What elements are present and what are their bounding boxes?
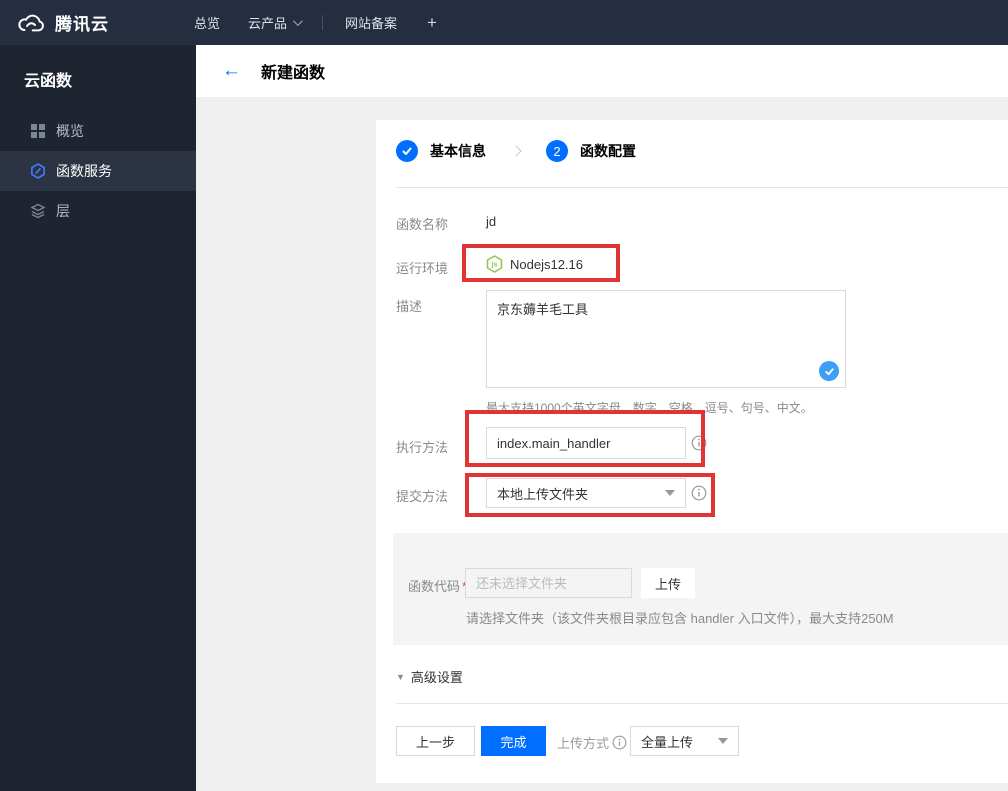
upload-button[interactable]: 上传	[641, 568, 695, 598]
triangle-down-icon: ▼	[396, 671, 405, 682]
sidebar-item-label: 概览	[56, 123, 84, 139]
handler-label: 执行方法	[396, 440, 449, 455]
step2-number: 2	[546, 140, 568, 162]
caret-down-icon	[718, 738, 728, 744]
runtime-label: 运行环境	[396, 261, 449, 276]
cloud-logo-icon	[18, 14, 44, 31]
top-navbar: 腾讯云 总览 云产品 网站备案 +	[0, 0, 1008, 45]
page-title: 新建函数	[261, 65, 326, 82]
brand-name: 腾讯云	[55, 15, 109, 34]
sidebar-item-overview[interactable]: 概览	[0, 111, 196, 151]
sidebar-item-label: 函数服务	[56, 163, 112, 179]
function-code-section: 函数代码* 上传 请选择文件夹（该文件夹根目录应包含 handler 入口文件）…	[393, 533, 1008, 645]
nav-cloud-products[interactable]: 云产品	[234, 13, 314, 32]
scf-hexagon-icon	[30, 163, 46, 179]
top-nav-items: 总览 云产品 网站备案 +	[180, 13, 453, 33]
step-indicator: 基本信息 2 函数配置	[396, 140, 636, 162]
step-separator-icon	[510, 145, 522, 157]
svg-text:js: js	[491, 262, 498, 269]
bottom-gutter	[196, 783, 1008, 791]
layers-icon	[30, 203, 46, 219]
handler-info-icon[interactable]	[691, 435, 707, 451]
sidebar-item-function-service[interactable]: 函数服务	[0, 151, 196, 191]
steps-divider	[396, 187, 1008, 188]
valid-check-icon	[819, 361, 839, 381]
previous-step-button[interactable]: 上一步	[396, 726, 475, 756]
sidebar-title: 云函数	[24, 73, 73, 90]
upload-mode-label-text: 上传方式	[557, 736, 610, 751]
runtime-value-row: js Nodejs12.16	[486, 255, 583, 273]
folder-path-input[interactable]	[465, 568, 632, 598]
upload-mode-value: 全量上传	[641, 734, 694, 750]
upload-mode-info-icon[interactable]	[612, 735, 627, 750]
upload-mode-select[interactable]: 全量上传	[630, 726, 739, 756]
function-code-hint: 请选择文件夹（该文件夹根目录应包含 handler 入口文件），最大支持250M	[466, 611, 894, 626]
sidebar: 云函数 概览 函数服务 层	[0, 45, 196, 791]
nav-divider	[322, 15, 324, 30]
runtime-value: Nodejs12.16	[510, 256, 583, 272]
description-textarea[interactable]: 京东薅羊毛工具	[486, 290, 846, 388]
submit-method-label: 提交方法	[396, 489, 449, 504]
advanced-settings-label: 高级设置	[410, 670, 463, 685]
create-function-card: 基本信息 2 函数配置 函数名称 jd 运行环境 js Nodejs12.16 …	[376, 120, 1008, 783]
step1-label: 基本信息	[430, 143, 486, 159]
add-nav-button[interactable]: +	[411, 13, 453, 33]
back-arrow-button[interactable]: ←	[222, 60, 241, 82]
function-name-value: jd	[486, 214, 497, 229]
handler-input[interactable]	[486, 427, 686, 459]
upload-mode-label: 上传方式	[557, 733, 627, 752]
nav-cloud-products-label: 云产品	[248, 16, 288, 31]
app-window: 腾讯云 总览 云产品 网站备案 + 云函数 概览 函数服务 层 ← 新建函数 基…	[0, 0, 1008, 791]
function-code-label-text: 函数代码	[408, 579, 461, 594]
grid-icon	[30, 123, 46, 139]
brand-logo[interactable]: 腾讯云	[0, 10, 180, 35]
chevron-down-icon	[292, 16, 303, 27]
advanced-settings-toggle[interactable]: ▼ 高级设置	[396, 667, 463, 686]
nav-website-icp[interactable]: 网站备案	[331, 13, 411, 32]
submit-method-select[interactable]: 本地上传文件夹	[486, 478, 686, 508]
submit-method-info-icon[interactable]	[691, 485, 707, 501]
sidebar-item-layers[interactable]: 层	[0, 191, 196, 231]
description-label: 描述	[396, 299, 423, 314]
page-header: ← 新建函数	[196, 45, 1008, 97]
step1-check-icon	[396, 140, 418, 162]
footer-divider	[396, 703, 1008, 704]
function-code-label: 函数代码*	[408, 576, 467, 595]
submit-method-value: 本地上传文件夹	[497, 486, 589, 502]
nodejs-icon: js	[486, 255, 503, 273]
sidebar-item-label: 层	[56, 203, 70, 219]
nav-overview[interactable]: 总览	[180, 13, 234, 32]
function-name-label: 函数名称	[396, 217, 449, 232]
step2-label: 函数配置	[580, 143, 636, 159]
description-hint: 最大支持1000个英文字母、数字、空格、逗号、句号、中文。	[486, 401, 813, 415]
finish-button[interactable]: 完成	[481, 726, 546, 756]
caret-down-icon	[665, 490, 675, 496]
